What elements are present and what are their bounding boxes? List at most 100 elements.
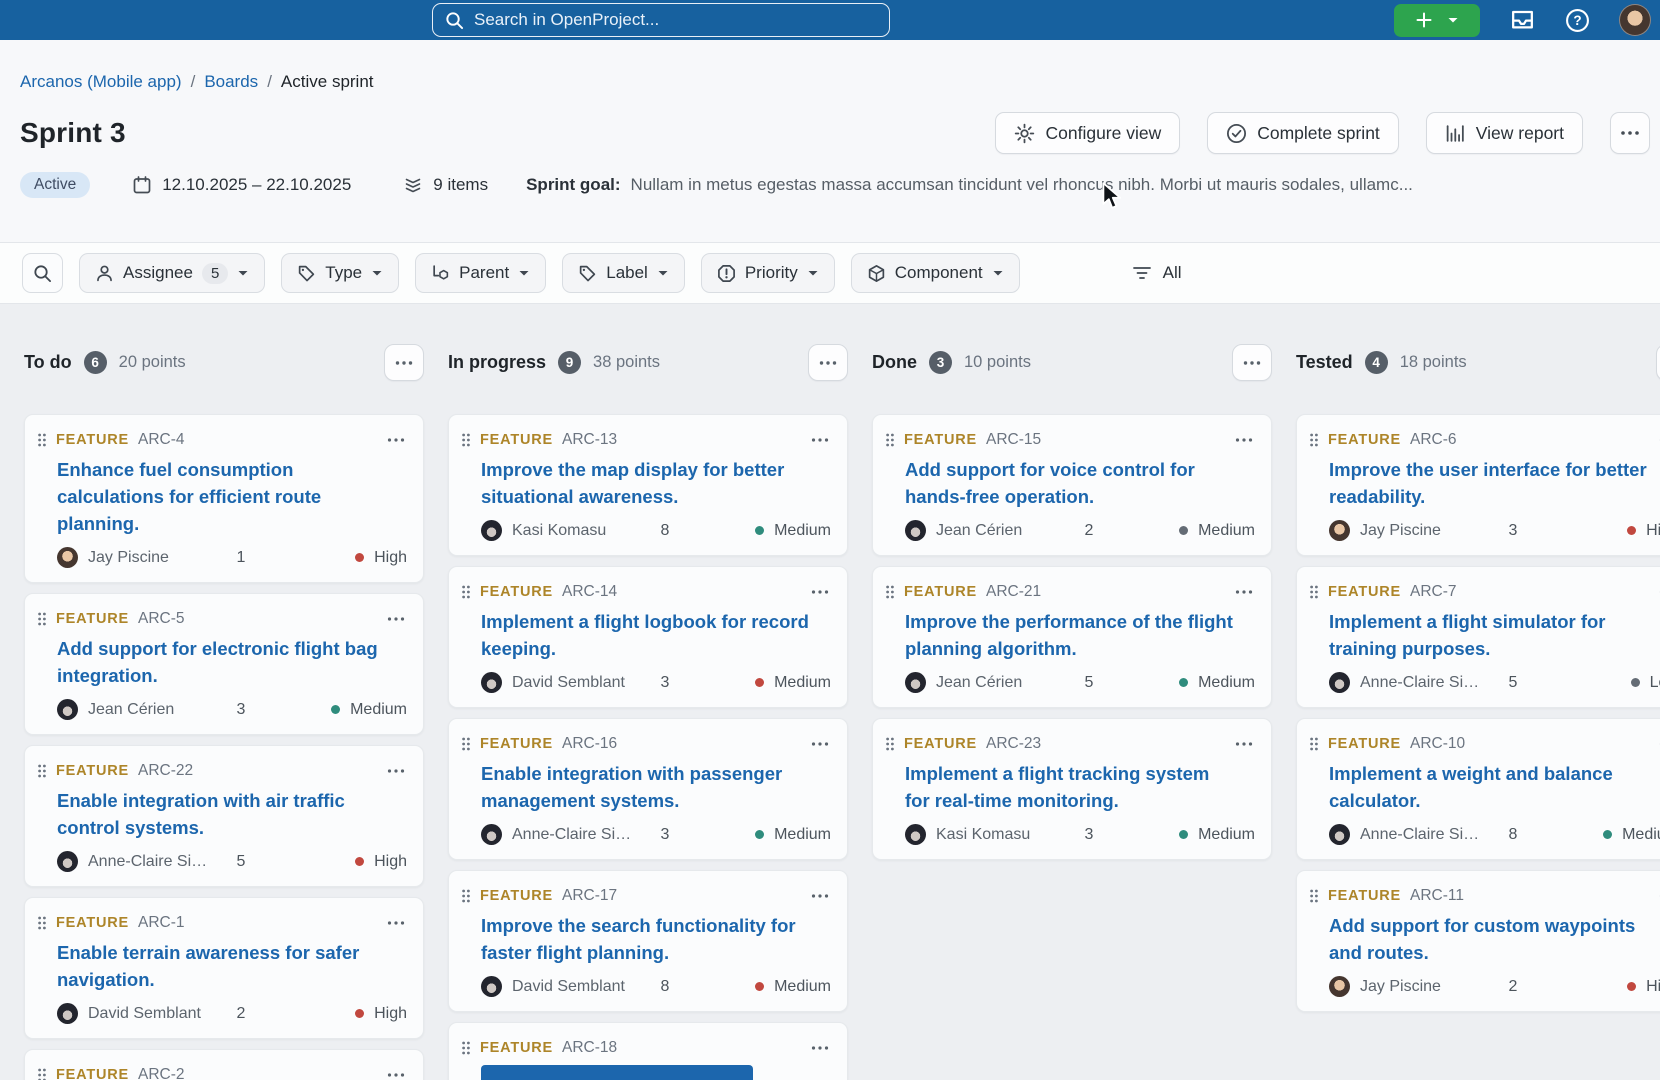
card-title-link[interactable]: Add support for electronic flight bag in… [57,635,387,689]
card-menu-button[interactable] [809,435,831,445]
work-package-card[interactable]: FEATURE ARC-23 Implement a flight tracki… [872,718,1272,860]
card-title-link[interactable]: Enable integration with air traffic cont… [57,787,387,841]
filter-component-button[interactable]: Component [851,253,1020,293]
drag-handle-icon[interactable] [461,736,471,752]
card-title-link[interactable]: Implement a flight simulator for trainin… [1329,608,1659,662]
configure-view-button[interactable]: Configure view [995,112,1180,154]
card-menu-button[interactable] [385,1070,407,1080]
column-cards: FEATURE ARC-15 Add support for voice con… [872,414,1272,860]
drag-handle-icon[interactable] [1309,584,1319,600]
header-more-button[interactable] [1610,112,1650,154]
card-title-link[interactable]: Enable terrain awareness for safer navig… [57,939,387,993]
work-package-card[interactable]: FEATURE ARC-17 Improve the search functi… [448,870,848,1012]
card-menu-button[interactable] [809,1043,831,1053]
work-package-card[interactable]: FEATURE ARC-11 Add support for custom wa… [1296,870,1660,1012]
work-package-card[interactable]: FEATURE ARC-2 [24,1049,424,1080]
column-menu-button[interactable] [1232,344,1272,381]
column-menu-button[interactable] [1656,344,1660,381]
card-title-link[interactable]: Add support for voice control for hands-… [905,456,1235,510]
filter-all-toggle[interactable]: All [1132,263,1182,283]
priority-indicator: Medium [1115,674,1255,692]
assignee: Anne-Claire Sigg... [57,851,215,872]
card-menu-button[interactable] [1233,587,1255,597]
filter-parent-button[interactable]: Parent [415,253,546,293]
work-package-card[interactable]: FEATURE ARC-5 Add support for electronic… [24,593,424,735]
work-package-card[interactable]: FEATURE ARC-18 [448,1022,848,1080]
card-title-link[interactable]: Implement a flight tracking system for r… [905,760,1235,814]
card-title-link[interactable]: Implement a weight and balance calculato… [1329,760,1659,814]
work-package-card[interactable]: FEATURE ARC-1 Enable terrain awareness f… [24,897,424,1039]
breadcrumb-boards-link[interactable]: Boards [204,72,258,92]
filter-search-button[interactable] [22,253,63,293]
card-title-link[interactable]: Improve the search functionality for fas… [481,912,811,966]
breadcrumb: Arcanos (Mobile app) / Boards / Active s… [20,72,1650,92]
card-title-link[interactable]: Implement a flight logbook for record ke… [481,608,811,662]
work-package-card[interactable]: FEATURE ARC-21 Improve the performance o… [872,566,1272,708]
drag-handle-icon[interactable] [37,763,47,779]
drag-handle-icon[interactable] [1309,432,1319,448]
card-menu-button[interactable] [385,766,407,776]
breadcrumb-project-link[interactable]: Arcanos (Mobile app) [20,72,182,92]
filter-label-button[interactable]: Label [562,253,685,293]
drag-handle-icon[interactable] [885,432,895,448]
card-title-link[interactable]: Enable integration with passenger manage… [481,760,811,814]
global-search-input[interactable]: Search in OpenProject... [432,3,890,37]
assignee: Anne-Claire Sigg... [1329,824,1487,845]
drag-handle-icon[interactable] [1309,888,1319,904]
drag-handle-icon[interactable] [37,611,47,627]
card-menu-button[interactable] [809,587,831,597]
priority-dot [755,830,764,839]
assignee-name: Jay Piscine [88,549,169,567]
view-report-button[interactable]: View report [1426,112,1583,154]
card-title-link[interactable]: Improve the map display for better situa… [481,456,811,510]
chevron-down-icon [1447,16,1459,24]
drag-handle-icon[interactable] [37,915,47,931]
drag-handle-icon[interactable] [37,432,47,448]
complete-sprint-button[interactable]: Complete sprint [1207,112,1399,154]
work-package-card[interactable]: FEATURE ARC-15 Add support for voice con… [872,414,1272,556]
card-menu-button[interactable] [809,739,831,749]
drag-handle-icon[interactable] [885,736,895,752]
card-title-link[interactable]: Add support for custom waypoints and rou… [1329,912,1659,966]
card-menu-button[interactable] [1233,739,1255,749]
quick-add-button[interactable] [1394,4,1480,37]
card-type-label: FEATURE [480,1040,553,1056]
sprint-items: 9 items [403,175,488,195]
card-title-link[interactable]: Improve the performance of the flight pl… [905,608,1235,662]
work-package-card[interactable]: FEATURE ARC-13 Improve the map display f… [448,414,848,556]
card-menu-button[interactable] [385,435,407,445]
drag-handle-icon[interactable] [1309,736,1319,752]
filter-priority-button[interactable]: Priority [701,253,835,293]
filter-assignee-button[interactable]: Assignee 5 [79,253,265,293]
work-package-card[interactable]: FEATURE ARC-22 Enable integration with a… [24,745,424,887]
drag-handle-icon[interactable] [461,584,471,600]
work-package-card[interactable]: FEATURE ARC-14 Implement a flight logboo… [448,566,848,708]
user-avatar[interactable] [1619,4,1651,36]
work-package-card[interactable]: FEATURE ARC-7 Implement a flight simulat… [1296,566,1660,708]
card-footer: Anne-Claire Sigg... 5 High [57,851,407,872]
card-footer: David Semblant 3 Medium [481,672,831,693]
assignee-avatar [1329,824,1350,845]
priority-dot [355,857,364,866]
column-menu-button[interactable] [808,344,848,381]
notifications-inbox-button[interactable] [1509,8,1536,32]
work-package-card[interactable]: FEATURE ARC-4 Enhance fuel consumption c… [24,414,424,583]
drag-handle-icon[interactable] [37,1067,47,1080]
drag-handle-icon[interactable] [885,584,895,600]
work-package-card[interactable]: FEATURE ARC-10 Implement a weight and ba… [1296,718,1660,860]
card-title-link[interactable]: Improve the user interface for better re… [1329,456,1659,510]
story-points: 8 [639,978,691,996]
help-button[interactable]: ? [1565,8,1590,33]
card-menu-button[interactable] [1233,435,1255,445]
drag-handle-icon[interactable] [461,432,471,448]
card-menu-button[interactable] [809,891,831,901]
column-menu-button[interactable] [384,344,424,381]
work-package-card[interactable]: FEATURE ARC-6 Improve the user interface… [1296,414,1660,556]
drag-handle-icon[interactable] [461,888,471,904]
card-title-link[interactable]: Enhance fuel consumption calculations fo… [57,456,387,537]
work-package-card[interactable]: FEATURE ARC-16 Enable integration with p… [448,718,848,860]
card-menu-button[interactable] [385,918,407,928]
card-menu-button[interactable] [385,614,407,624]
filter-type-button[interactable]: Type [281,253,399,293]
drag-handle-icon[interactable] [461,1040,471,1056]
